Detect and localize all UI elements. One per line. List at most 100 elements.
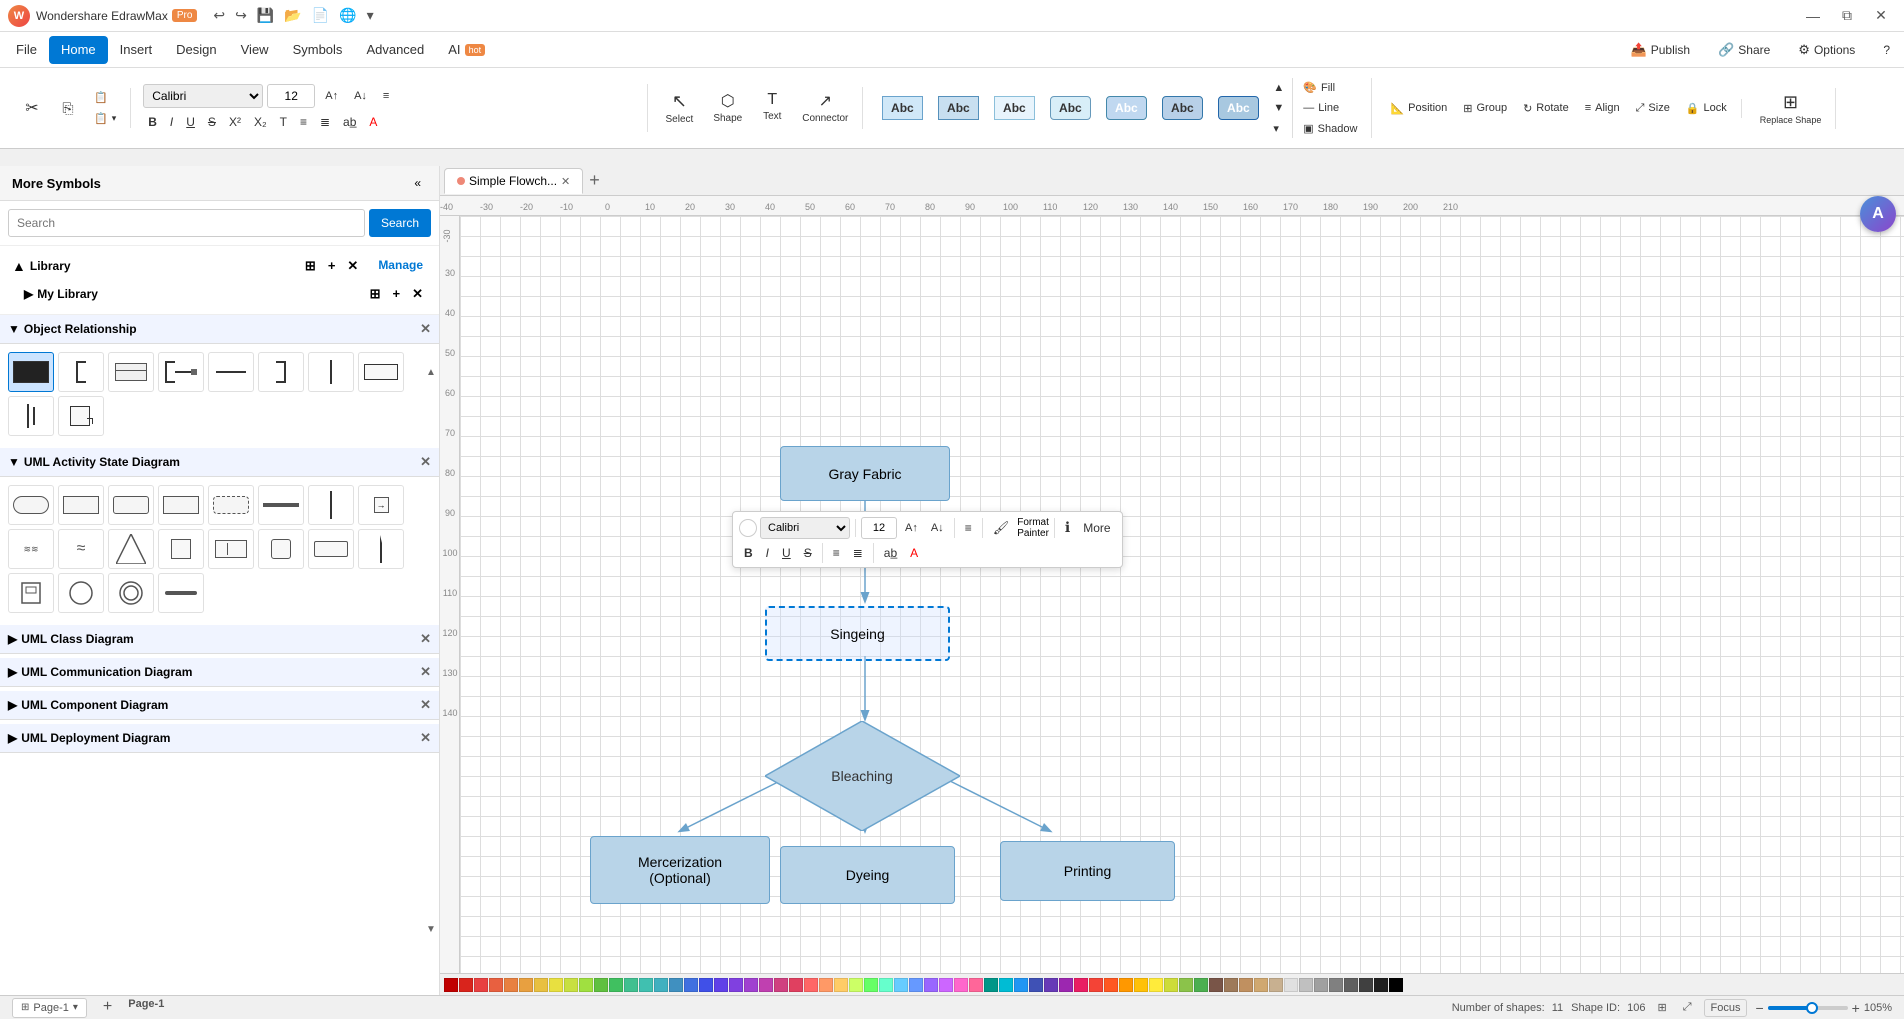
uml-class-close[interactable]: ✕ [420, 631, 431, 647]
position-button[interactable]: 📐 Position [1384, 99, 1453, 118]
uml-5[interactable] [208, 485, 254, 525]
float-font-smaller[interactable]: A↓ [926, 519, 949, 537]
menu-symbols[interactable]: Symbols [281, 36, 355, 64]
uml-9[interactable]: ≋≋ [8, 529, 54, 569]
color-swatch[interactable] [1044, 978, 1058, 992]
uml-communication-header[interactable]: ▶ UML Communication Diagram ✕ [0, 658, 439, 687]
new-button[interactable]: 📄 [308, 5, 333, 26]
color-swatch[interactable] [1059, 978, 1073, 992]
or-sym-6[interactable] [258, 352, 304, 392]
color-swatch[interactable] [894, 978, 908, 992]
italic-button[interactable]: I [165, 112, 178, 132]
main-canvas[interactable]: Gray Fabric Singeing Bleaching Merceriza… [460, 216, 1904, 995]
color-swatch[interactable] [1104, 978, 1118, 992]
uml-deployment-header[interactable]: ▶ UML Deployment Diagram ✕ [0, 724, 439, 753]
menu-advanced[interactable]: Advanced [354, 36, 436, 64]
color-swatch[interactable] [1074, 978, 1088, 992]
color-swatch[interactable] [1299, 978, 1313, 992]
color-swatch[interactable] [534, 978, 548, 992]
color-swatch[interactable] [1209, 978, 1223, 992]
align-button[interactable]: ≡ [377, 87, 395, 105]
object-relationship-header[interactable]: ▼ Object Relationship ✕ [0, 315, 439, 344]
color-swatch[interactable] [594, 978, 608, 992]
color-swatch[interactable] [1134, 978, 1148, 992]
or-sym-5[interactable] [208, 352, 254, 392]
fit-button[interactable]: ⤢ [1679, 1001, 1696, 1014]
help-button[interactable]: ? [1873, 39, 1900, 61]
color-swatch[interactable] [609, 978, 623, 992]
or-sym-8[interactable] [358, 352, 404, 392]
font-size-down-button[interactable]: A↓ [348, 87, 373, 105]
float-font-color[interactable]: A [905, 543, 923, 563]
shape-button[interactable]: ⬡ Shape [707, 87, 748, 128]
color-swatch[interactable] [1014, 978, 1028, 992]
float-italic[interactable]: I [761, 543, 774, 563]
zoom-in-button[interactable]: + [1852, 1000, 1860, 1016]
my-library-header[interactable]: ▶ My Library ⊞ + ✕ [12, 280, 427, 308]
color-swatch[interactable] [639, 978, 653, 992]
style-shape-5[interactable]: Abc [1101, 90, 1151, 126]
zoom-slider[interactable] [1768, 1006, 1848, 1010]
or-sym-10[interactable] [58, 396, 104, 436]
color-swatch[interactable] [789, 978, 803, 992]
float-list[interactable]: ≣ [848, 543, 868, 563]
node-printing[interactable]: Printing [1000, 841, 1175, 901]
color-swatch[interactable] [1314, 978, 1328, 992]
uml-18[interactable] [58, 573, 104, 613]
menu-view[interactable]: View [229, 36, 281, 64]
uml-2[interactable] [58, 485, 104, 525]
color-swatch[interactable] [1269, 978, 1283, 992]
float-more[interactable]: More [1078, 518, 1115, 538]
uml-13[interactable] [208, 529, 254, 569]
uml-15[interactable] [308, 529, 354, 569]
zoom-out-button[interactable]: − [1755, 1000, 1763, 1016]
color-swatch[interactable] [519, 978, 533, 992]
search-input[interactable] [8, 209, 365, 237]
color-swatch[interactable] [444, 978, 458, 992]
color-swatch[interactable] [984, 978, 998, 992]
uml-6[interactable] [258, 485, 304, 525]
color-swatch[interactable] [879, 978, 893, 992]
maximize-button[interactable]: ⧉ [1832, 4, 1862, 28]
color-swatch[interactable] [819, 978, 833, 992]
align-btn[interactable]: ≡ Align [1579, 99, 1626, 117]
tab-close-button[interactable]: ✕ [561, 175, 570, 188]
color-swatch[interactable] [774, 978, 788, 992]
uml-3[interactable] [108, 485, 154, 525]
color-swatch[interactable] [909, 978, 923, 992]
page-tab[interactable]: ⊞ Page-1 ▾ [12, 998, 87, 1018]
color-swatch[interactable] [999, 978, 1013, 992]
color-swatch[interactable] [1374, 978, 1388, 992]
color-swatch[interactable] [1179, 978, 1193, 992]
color-swatch[interactable] [1329, 978, 1343, 992]
search-button[interactable]: Search [369, 209, 431, 237]
superscript-button[interactable]: X² [224, 112, 246, 132]
color-swatch[interactable] [1119, 978, 1133, 992]
menu-design[interactable]: Design [164, 36, 228, 64]
color-swatch[interactable] [684, 978, 698, 992]
float-font-larger[interactable]: A↑ [900, 519, 923, 537]
panel-scroll-up[interactable]: ▲ [425, 366, 437, 378]
style-shape-7[interactable]: Abc [1213, 90, 1263, 126]
uml-activity-close[interactable]: ✕ [420, 454, 431, 470]
or-sym-4[interactable] [158, 352, 204, 392]
menu-ai[interactable]: AI hot [436, 36, 497, 64]
shadow-button[interactable]: ▣ Shadow [1297, 119, 1363, 138]
group-button[interactable]: ⊞ Group [1457, 99, 1513, 118]
cut-button[interactable]: ✂ [16, 94, 48, 122]
style-shape-3[interactable]: Abc [989, 90, 1039, 126]
connector-button[interactable]: ↗ Connector [796, 87, 854, 128]
subscript-button[interactable]: X₂ [249, 112, 272, 132]
highlight-button[interactable]: ab̲ [338, 112, 361, 132]
style-shape-6[interactable]: Abc [1157, 90, 1207, 126]
float-info[interactable]: ℹ [1060, 516, 1075, 539]
library-grid-btn[interactable]: ⊞ [301, 256, 320, 276]
float-underline[interactable]: U [777, 543, 796, 563]
uml-1[interactable] [8, 485, 54, 525]
color-swatch[interactable] [579, 978, 593, 992]
select-button[interactable]: ↖ Select [660, 87, 700, 129]
color-swatch[interactable] [474, 978, 488, 992]
redo-button[interactable]: ↪ [231, 5, 251, 26]
color-swatch[interactable] [1029, 978, 1043, 992]
replace-shape-button[interactable]: ⊞ Replace Shape [1754, 88, 1828, 129]
